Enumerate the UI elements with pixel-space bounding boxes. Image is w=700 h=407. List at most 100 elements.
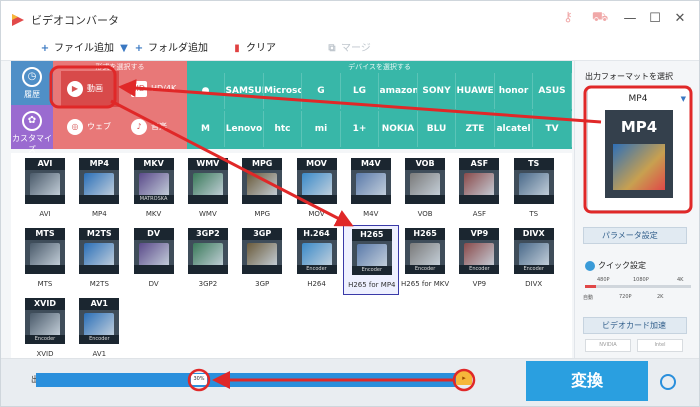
- format-badge: XVID: [25, 298, 65, 310]
- device-r2-7[interactable]: ZTE: [457, 111, 495, 147]
- film-image-icon: [613, 144, 665, 190]
- format-item[interactable]: MOV MOV: [289, 155, 345, 225]
- music-icon: ♪: [131, 118, 147, 135]
- format-item[interactable]: XVID Encoder XVID: [17, 295, 73, 365]
- alarm-clock-icon[interactable]: [660, 374, 676, 390]
- convert-button[interactable]: 変換: [526, 361, 648, 401]
- format-thumbnail: MPG: [242, 158, 283, 204]
- format-name: H265 for MP4: [348, 281, 396, 289]
- format-item[interactable]: H265 Encoder H265 for MP4: [342, 225, 399, 295]
- format-item[interactable]: TS TS: [506, 155, 562, 225]
- device-r2-9[interactable]: TV: [534, 111, 572, 147]
- format-item[interactable]: DV DV: [126, 225, 182, 295]
- close-icon[interactable]: ✕: [669, 9, 691, 29]
- add-file-button[interactable]: + ファイル追加: [39, 41, 114, 57]
- format-item[interactable]: 3GP2 3GP2: [180, 225, 236, 295]
- device-r1-7[interactable]: HUAWEI: [457, 73, 495, 109]
- maximize-icon[interactable]: ☐: [644, 9, 666, 29]
- apple-icon: ●: [201, 86, 210, 96]
- category-video[interactable]: ▶ 動画: [61, 71, 119, 107]
- device-r1-1[interactable]: SAMSUNG: [226, 73, 264, 109]
- format-grid: AVI AVI MP4 MP4 MKV MATROSKA MKV WMV WMV MPG MPG MO…: [11, 153, 572, 358]
- format-item[interactable]: VP9 Encoder VP9: [451, 225, 507, 295]
- format-badge: M4V: [350, 158, 391, 170]
- device-r1-5[interactable]: amazon: [380, 73, 418, 109]
- cart-icon[interactable]: ⛟: [591, 9, 609, 27]
- format-sub-label: Encoder: [351, 266, 392, 275]
- format-thumbnail: 3GP2: [187, 228, 228, 274]
- device-r1-6[interactable]: SONY: [418, 73, 456, 109]
- category-web[interactable]: ◎ ウェブ: [61, 109, 119, 145]
- format-name: 3GP: [255, 280, 270, 288]
- gpu-option-intel[interactable]: Intel: [637, 339, 683, 352]
- device-panel: デバイスを選択する ● SAMSUNGMicrosoftGLGamazonSONY…: [187, 61, 572, 149]
- format-thumbnail: TS: [513, 158, 554, 204]
- format-badge: M2TS: [79, 228, 120, 240]
- format-badge: MPG: [242, 158, 283, 170]
- tick-2k: 2K: [657, 294, 664, 300]
- device-r1-2[interactable]: Microsoft: [264, 73, 302, 109]
- format-item[interactable]: MP4 MP4: [71, 155, 127, 225]
- device-r2-1[interactable]: Lenovo: [226, 111, 264, 147]
- format-item[interactable]: M4V M4V: [343, 155, 399, 225]
- format-item[interactable]: DIVX Encoder DIVX: [506, 225, 562, 295]
- selected-format-badge: MP4: [620, 118, 658, 136]
- format-name: DV: [148, 280, 159, 288]
- format-item[interactable]: MTS MTS: [17, 225, 73, 295]
- key-icon[interactable]: ⚷: [559, 9, 577, 27]
- gpu-acceleration-button[interactable]: ビデオカード加速: [583, 317, 687, 334]
- format-sub-label: [242, 265, 283, 274]
- merge-icon: ⧉: [328, 43, 336, 54]
- parameter-settings-button[interactable]: パラメータ設定: [583, 227, 687, 244]
- format-item[interactable]: H265 Encoder H265 for MKV: [397, 225, 453, 295]
- device-r2-6[interactable]: BLU: [418, 111, 456, 147]
- device-r1-9[interactable]: ASUS: [534, 73, 572, 109]
- format-item[interactable]: 3GP 3GP: [234, 225, 290, 295]
- format-item[interactable]: MKV MATROSKA MKV: [126, 155, 182, 225]
- format-thumbnail: 3GP: [242, 228, 283, 274]
- tab-customize[interactable]: ✿ カスタマイズ: [11, 105, 53, 154]
- format-badge: MOV: [296, 158, 337, 170]
- format-name: ASF: [472, 210, 487, 218]
- device-r2-3[interactable]: mi: [303, 111, 341, 147]
- format-item[interactable]: AVI AVI: [17, 155, 73, 225]
- category-audio[interactable]: ♪ 音楽: [125, 109, 185, 145]
- clear-button[interactable]: ▮ クリア: [231, 41, 276, 57]
- minimize-icon[interactable]: —: [619, 9, 641, 29]
- device-r2-8[interactable]: alcatel: [495, 111, 533, 147]
- bottom-bar: 出 30% ▸ 変換: [1, 358, 699, 406]
- format-item[interactable]: H.264 Encoder H264: [289, 225, 345, 295]
- quality-slider[interactable]: [585, 285, 691, 288]
- gpu-option-nvidia[interactable]: NVIDIA: [585, 339, 631, 352]
- device-r2-4[interactable]: 1+: [341, 111, 379, 147]
- device-r2-5[interactable]: NOKIA: [380, 111, 418, 147]
- output-format-selector[interactable]: MP4 ▼ MP4: [587, 87, 691, 211]
- tab-history[interactable]: ◷ 履歴: [11, 61, 53, 105]
- format-name: MP4: [91, 210, 107, 218]
- open-folder-icon[interactable]: ▸: [456, 371, 472, 385]
- device-r1-8[interactable]: honor: [495, 73, 533, 109]
- format-item[interactable]: MPG MPG: [234, 155, 290, 225]
- format-item[interactable]: WMV WMV: [180, 155, 236, 225]
- format-badge: VOB: [405, 158, 446, 170]
- device-r2-2[interactable]: htc: [264, 111, 302, 147]
- web-icon: ◎: [67, 118, 83, 135]
- category-hd[interactable]: HD HD/4K: [125, 71, 185, 107]
- format-thumbnail: VOB: [405, 158, 446, 204]
- output-path-field[interactable]: [36, 373, 456, 387]
- format-item[interactable]: AV1 Encoder AV1: [71, 295, 127, 365]
- merge-button[interactable]: ⧉ マージ: [326, 41, 370, 57]
- format-item[interactable]: ASF ASF: [451, 155, 507, 225]
- add-folder-button[interactable]: ▼ + フォルダ追加: [118, 41, 208, 57]
- device-r1-3[interactable]: G: [303, 73, 341, 109]
- format-thumbnail: H265 Encoder: [405, 228, 446, 274]
- format-sub-label: Encoder: [513, 265, 554, 274]
- device-r1-0[interactable]: ●: [187, 73, 225, 109]
- add-folder-label: フォルダ追加: [148, 43, 208, 54]
- format-item[interactable]: VOB VOB: [397, 155, 453, 225]
- device-r1-4[interactable]: LG: [341, 73, 379, 109]
- format-thumbnail: MTS: [25, 228, 65, 274]
- format-item[interactable]: M2TS M2TS: [71, 225, 127, 295]
- param-label: パラメータ設定: [602, 231, 658, 240]
- device-r2-0[interactable]: M: [187, 111, 225, 147]
